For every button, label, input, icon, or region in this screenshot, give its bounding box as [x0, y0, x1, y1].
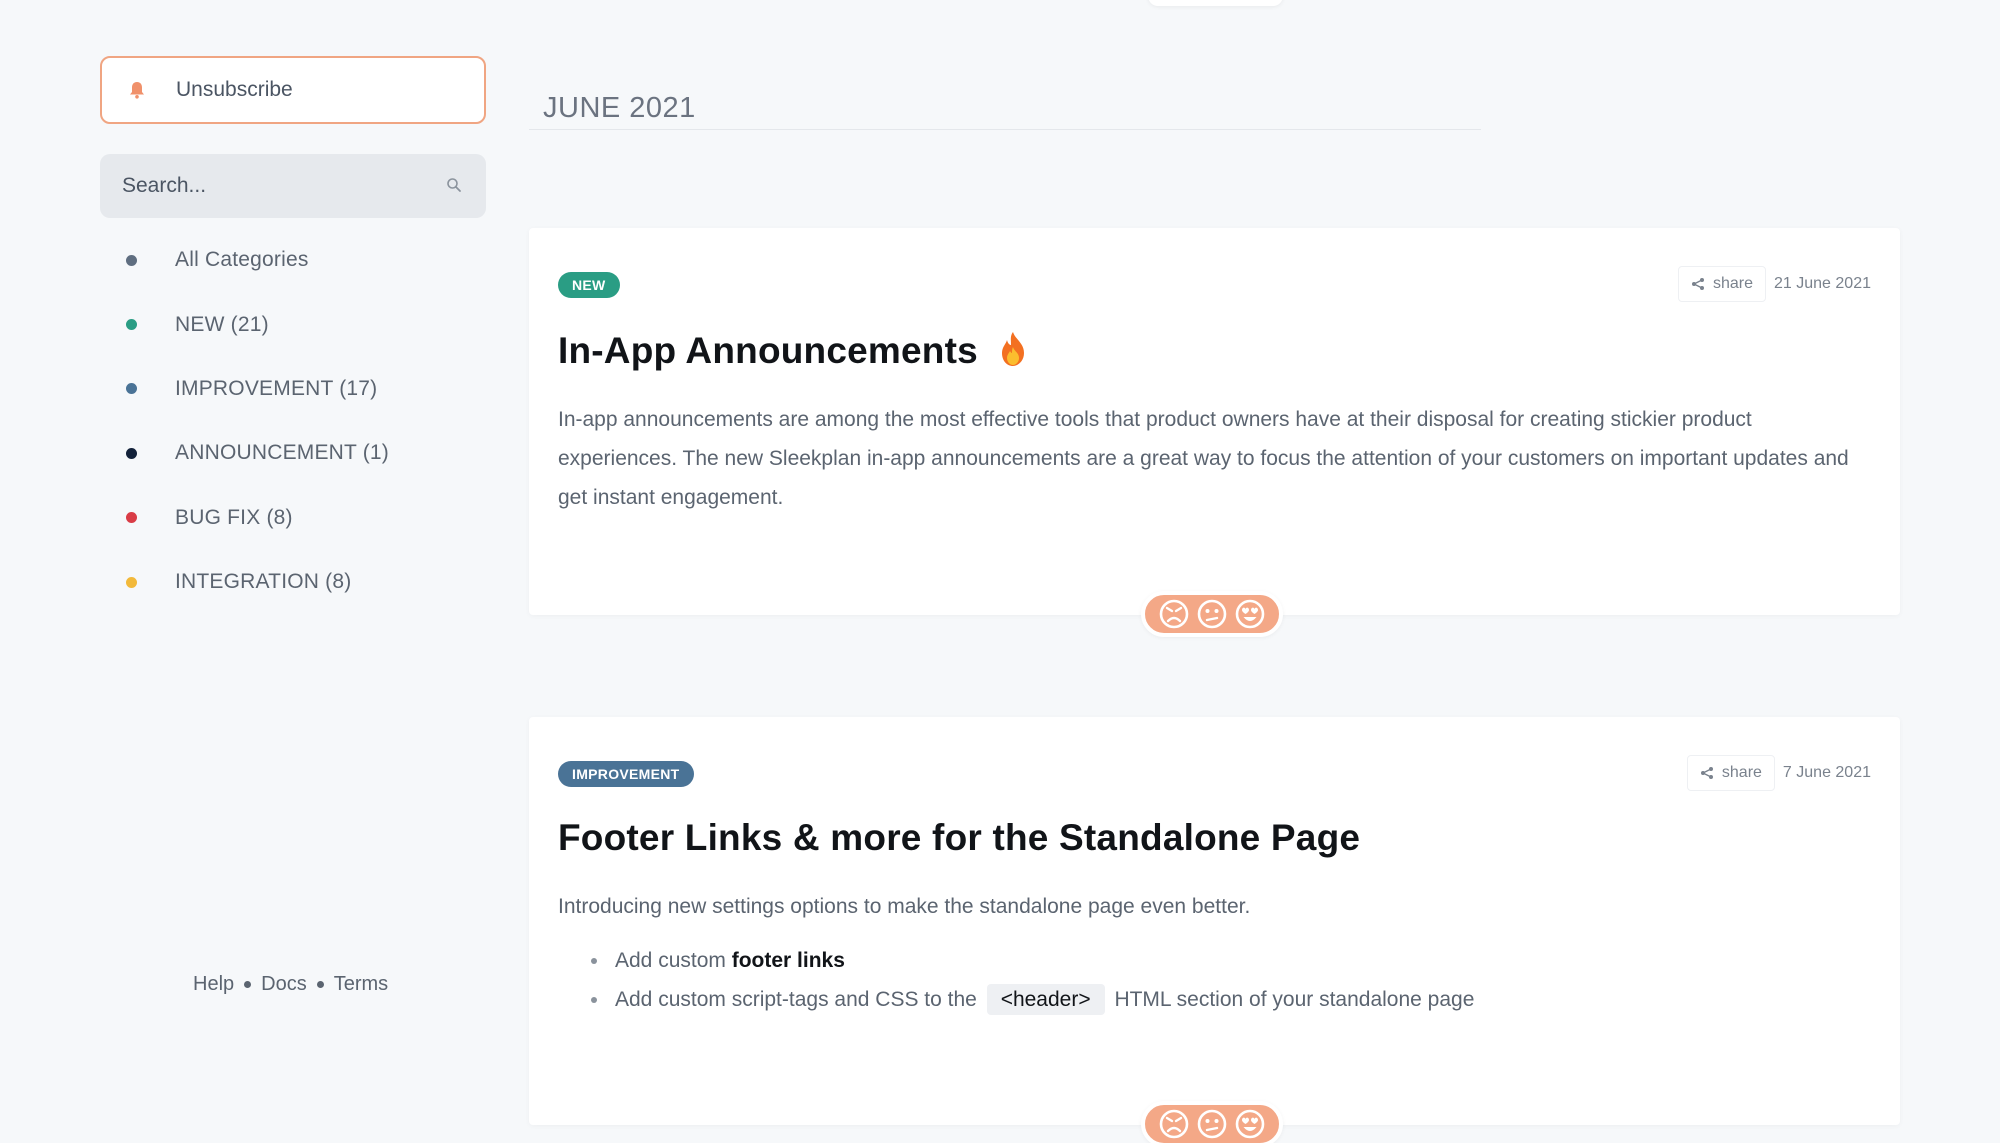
search-input[interactable]: [122, 174, 446, 198]
unsubscribe-button[interactable]: Unsubscribe: [100, 56, 486, 124]
reaction-bar: [1141, 591, 1283, 637]
category-label: All Categories: [175, 248, 309, 272]
heart-eyes-face-icon[interactable]: [1235, 1109, 1265, 1139]
category-list: All Categories NEW (21) IMPROVEMENT (17)…: [100, 228, 486, 614]
post-bullet-list: Add custom footer links Add custom scrip…: [558, 941, 1474, 1019]
separator-dot: [316, 981, 324, 988]
share-icon: [1700, 767, 1713, 779]
category-label: ANNOUNCEMENT (1): [175, 441, 389, 465]
month-label: JUNE 2021: [543, 92, 696, 124]
confused-face-icon[interactable]: [1197, 1109, 1227, 1139]
bell-icon: [126, 79, 148, 101]
terms-link[interactable]: Terms: [334, 973, 388, 996]
changelog-post: NEW share 21 June 2021 In-App Announceme…: [529, 228, 1900, 615]
share-button[interactable]: share: [1686, 755, 1775, 791]
share-label: share: [1712, 275, 1754, 292]
sidebar: Unsubscribe All Categories NEW (21): [100, 56, 486, 614]
category-label: IMPROVEMENT (17): [175, 376, 378, 400]
bullet-text: Add custom script-tags and CSS to the: [615, 988, 983, 1011]
post-title-text: In-App Announcements: [558, 330, 978, 371]
post-body: In-app announcements are among the most …: [558, 408, 1849, 509]
heart-eyes-face-icon[interactable]: [1235, 599, 1265, 629]
category-all[interactable]: All Categories: [100, 228, 486, 292]
angry-face-icon[interactable]: [1159, 599, 1189, 629]
category-dot: [126, 383, 137, 395]
category-label: NEW (21): [175, 312, 269, 336]
category-dot: [126, 512, 137, 524]
category-label: INTEGRATION (8): [175, 570, 352, 594]
angry-face-icon[interactable]: [1159, 1109, 1189, 1139]
list-item: Add custom script-tags and CSS to the <h…: [558, 980, 1474, 1019]
bullet-bold-text: footer links: [731, 949, 845, 972]
category-bug-fix[interactable]: BUG FIX (8): [100, 486, 486, 550]
post-date: 21 June 2021: [1774, 275, 1871, 292]
post-body: Introducing new settings options to make…: [558, 895, 1251, 918]
category-badge[interactable]: NEW: [558, 272, 620, 298]
post-meta: share 21 June 2021: [1677, 264, 1871, 304]
category-integration[interactable]: INTEGRATION (8): [100, 550, 486, 614]
bullet-text: Add custom: [615, 949, 732, 972]
post-title[interactable]: Footer Links & more for the Standalone P…: [558, 817, 1360, 859]
post-date: 7 June 2021: [1782, 764, 1871, 781]
share-button[interactable]: share: [1677, 266, 1767, 302]
category-improvement[interactable]: IMPROVEMENT (17): [100, 357, 486, 421]
category-dot: [126, 576, 137, 588]
category-new[interactable]: NEW (21): [100, 292, 486, 356]
help-link[interactable]: Help: [193, 973, 234, 996]
search-box: [100, 154, 486, 218]
fire-icon: [998, 331, 1028, 376]
changelog-page: Unsubscribe All Categories NEW (21): [0, 0, 2000, 1143]
category-dot: [126, 447, 137, 459]
category-announcement[interactable]: ANNOUNCEMENT (1): [100, 421, 486, 485]
top-tab[interactable]: [1148, 0, 1283, 6]
share-icon: [1691, 278, 1704, 290]
category-badge[interactable]: IMPROVEMENT: [558, 761, 694, 787]
list-item: Add custom footer links: [558, 941, 1474, 980]
bullet-text: HTML section of your standalone page: [1108, 988, 1475, 1011]
inline-code: <header>: [986, 984, 1105, 1015]
search-icon[interactable]: [446, 177, 464, 195]
confused-face-icon[interactable]: [1197, 599, 1227, 629]
share-label: share: [1721, 764, 1762, 781]
sidebar-footer-links: Help Docs Terms: [193, 973, 388, 996]
changelog-post: IMPROVEMENT share 7 June 2021 Footer Lin…: [529, 717, 1900, 1125]
separator-dot: [244, 981, 252, 988]
post-title[interactable]: In-App Announcements: [558, 330, 1028, 376]
post-meta: share 7 June 2021: [1686, 753, 1871, 793]
docs-link[interactable]: Docs: [261, 973, 307, 996]
month-heading: JUNE 2021: [529, 88, 1481, 130]
category-dot: [126, 319, 137, 331]
category-label: BUG FIX (8): [175, 505, 293, 529]
category-dot: [126, 254, 137, 266]
post-title-text: Footer Links & more for the Standalone P…: [558, 817, 1361, 858]
unsubscribe-label: Unsubscribe: [176, 78, 293, 101]
reaction-bar: [1141, 1101, 1283, 1143]
